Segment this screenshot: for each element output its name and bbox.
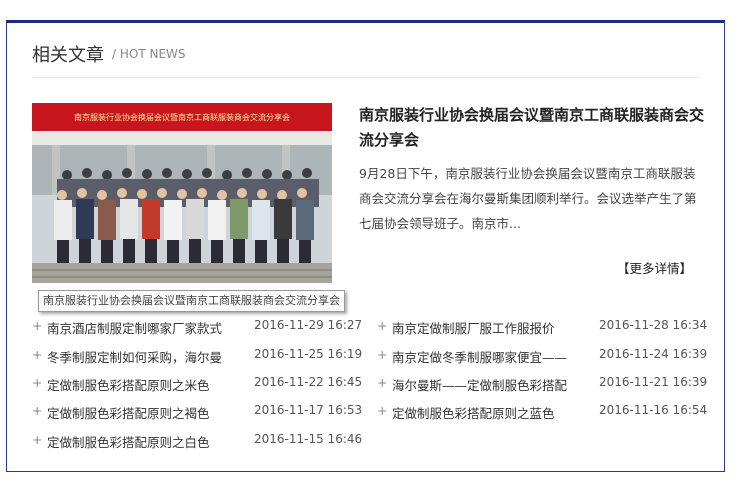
news-date: 2016-11-28 16:34 bbox=[599, 318, 708, 332]
news-date: 2016-11-15 16:46 bbox=[254, 432, 363, 446]
plus-icon: + bbox=[32, 375, 43, 390]
news-date: 2016-11-21 16:39 bbox=[599, 375, 708, 389]
news-title[interactable]: 南京定做制服厂服工作服报价 bbox=[392, 318, 592, 337]
plus-icon: + bbox=[377, 318, 388, 333]
plus-icon: + bbox=[32, 432, 43, 447]
section-subtitle: / HOT NEWS bbox=[112, 47, 186, 61]
news-item[interactable]: + 南京定做制服厂服工作服报价 2016-11-28 16:34 bbox=[377, 318, 707, 338]
news-title[interactable]: 定做制服色彩搭配原则之蓝色 bbox=[392, 403, 592, 422]
photo-caption-tooltip: 南京服装行业协会换届会议暨南京工商联服装商会交流分享会 bbox=[38, 290, 345, 312]
news-item[interactable]: + 南京酒店制服定制哪家厂家款式 2016-11-29 16:27 bbox=[32, 318, 362, 338]
section-title: 相关文章 bbox=[32, 45, 104, 66]
news-item[interactable]: + 冬季制服定制如何采购，海尔曼 2016-11-25 16:19 bbox=[32, 347, 362, 367]
news-title[interactable]: 定做制服色彩搭配原则之白色 bbox=[47, 432, 247, 451]
news-date: 2016-11-22 16:45 bbox=[254, 375, 363, 389]
news-date: 2016-11-29 16:27 bbox=[254, 318, 363, 332]
group-photo-image: 南京服装行业协会换届会议暨南京工商联服装商会交流分享会 bbox=[32, 103, 332, 283]
news-date: 2016-11-25 16:19 bbox=[254, 347, 363, 361]
plus-icon: + bbox=[32, 347, 43, 362]
plus-icon: + bbox=[377, 375, 388, 390]
related-articles-panel: 相关文章 / HOT NEWS 南京服装行业协会换届会议暨南京工商联服装商会交流… bbox=[6, 20, 725, 472]
news-item[interactable]: + 定做制服色彩搭配原则之褐色 2016-11-17 16:53 bbox=[32, 403, 362, 423]
featured-article-title[interactable]: 南京服装行业协会换届会议暨南京工商联服装商会交流分享会 bbox=[359, 103, 704, 153]
news-item[interactable]: + 定做制服色彩搭配原则之白色 2016-11-15 16:46 bbox=[32, 432, 362, 452]
news-item[interactable]: + 定做制服色彩搭配原则之蓝色 2016-11-16 16:54 bbox=[377, 403, 707, 423]
news-title[interactable]: 定做制服色彩搭配原则之米色 bbox=[47, 375, 247, 394]
news-title[interactable]: 海尔曼斯——定做制服色彩搭配 bbox=[392, 375, 592, 394]
news-title[interactable]: 定做制服色彩搭配原则之褐色 bbox=[47, 403, 247, 422]
plus-icon: + bbox=[377, 403, 388, 418]
news-title[interactable]: 冬季制服定制如何采购，海尔曼 bbox=[47, 347, 247, 366]
more-details-link[interactable]: 【更多详情】 bbox=[617, 258, 692, 277]
news-title[interactable]: 南京定做冬季制服哪家便宜—— bbox=[392, 347, 592, 366]
news-item[interactable]: + 南京定做冬季制服哪家便宜—— 2016-11-24 16:39 bbox=[377, 347, 707, 367]
plus-icon: + bbox=[377, 347, 388, 362]
plus-icon: + bbox=[32, 403, 43, 418]
featured-article-summary: 9月28日下午，南京服装行业协会换届会议暨南京工商联服装商会交流分享会在海尔曼斯… bbox=[359, 166, 697, 231]
photo-banner-text: 南京服装行业协会换届会议暨南京工商联服装商会交流分享会 bbox=[74, 112, 290, 122]
news-item[interactable]: + 定做制服色彩搭配原则之米色 2016-11-22 16:45 bbox=[32, 375, 362, 395]
plus-icon: + bbox=[32, 318, 43, 333]
news-title[interactable]: 南京酒店制服定制哪家厂家款式 bbox=[47, 318, 247, 337]
news-date: 2016-11-17 16:53 bbox=[254, 403, 363, 417]
news-date: 2016-11-16 16:54 bbox=[599, 403, 708, 417]
section-header: 相关文章 / HOT NEWS bbox=[32, 41, 699, 78]
featured-photo[interactable]: 南京服装行业协会换届会议暨南京工商联服装商会交流分享会 bbox=[32, 103, 332, 283]
news-date: 2016-11-24 16:39 bbox=[599, 347, 708, 361]
news-item[interactable]: + 海尔曼斯——定做制服色彩搭配 2016-11-21 16:39 bbox=[377, 375, 707, 395]
